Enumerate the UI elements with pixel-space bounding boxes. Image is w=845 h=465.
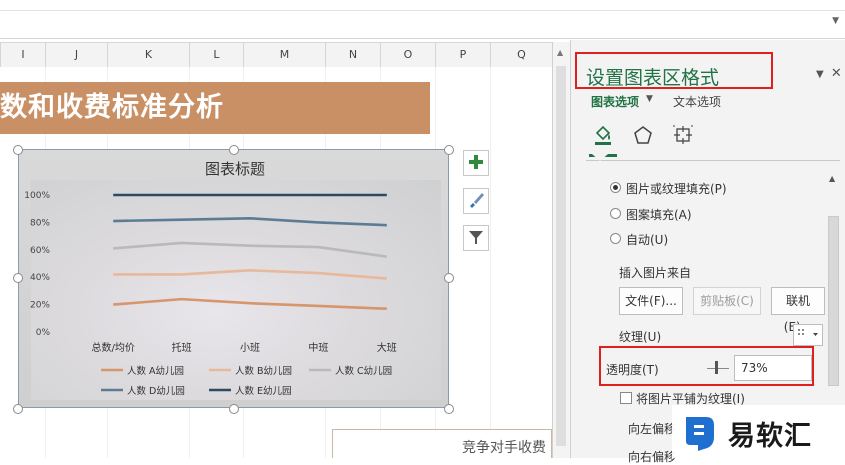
file-button[interactable]: 文件(F)... bbox=[619, 287, 683, 315]
radio-label: 图片或纹理填充(P) bbox=[626, 182, 727, 196]
scroll-up-icon[interactable]: ▲ bbox=[557, 48, 563, 57]
column-header[interactable]: O bbox=[380, 43, 435, 67]
column-header[interactable]: N bbox=[325, 43, 380, 67]
x-tick-label: 大班 bbox=[377, 341, 397, 354]
insert-picture-label: 插入图片来自 bbox=[619, 266, 692, 280]
scrollbar-thumb[interactable] bbox=[828, 216, 839, 386]
pane-options-icon[interactable]: ▼ bbox=[816, 69, 824, 80]
text-box-label: 竞争对手收费 bbox=[462, 440, 546, 456]
radio-picture-fill[interactable] bbox=[610, 182, 621, 193]
y-tick-label: 20% bbox=[30, 301, 50, 311]
radio-label: 自动(U) bbox=[626, 233, 669, 247]
effects-icon[interactable] bbox=[630, 122, 656, 148]
radio-pattern-fill[interactable] bbox=[610, 208, 621, 219]
plus-icon bbox=[468, 154, 484, 173]
transparency-label: 透明度(T) bbox=[606, 363, 659, 377]
column-header[interactable]: L bbox=[189, 43, 243, 67]
resize-handle[interactable] bbox=[444, 404, 454, 414]
formula-bar-divider bbox=[0, 10, 845, 11]
resize-handle[interactable] bbox=[444, 145, 454, 155]
brush-icon bbox=[467, 191, 485, 212]
y-tick-label: 60% bbox=[30, 246, 50, 256]
column-header[interactable]: K bbox=[107, 43, 189, 67]
chart-styles-button[interactable] bbox=[463, 188, 489, 214]
expand-formula-bar-icon[interactable]: ▼ bbox=[832, 16, 839, 26]
column-header[interactable]: P bbox=[435, 43, 490, 67]
offset-right-label: 向右偏移 bbox=[628, 450, 677, 464]
column-header-row: I J K L M N O P Q bbox=[0, 42, 552, 68]
close-icon[interactable]: ✕ bbox=[831, 66, 842, 81]
resize-handle[interactable] bbox=[229, 404, 239, 414]
legend-entry[interactable]: 人数 E幼儿园 bbox=[235, 385, 292, 397]
resize-handle[interactable] bbox=[13, 273, 23, 283]
radio-automatic[interactable] bbox=[610, 233, 621, 244]
slider-thumb[interactable] bbox=[715, 361, 718, 374]
legend-entry[interactable]: 人数 C幼儿园 bbox=[335, 365, 392, 377]
legend-entry[interactable]: 人数 A幼儿园 bbox=[127, 365, 184, 377]
tab-pointer bbox=[592, 154, 608, 161]
divider bbox=[586, 160, 840, 161]
x-tick-label: 中班 bbox=[308, 341, 328, 354]
pane-controls[interactable]: ▼ ✕ bbox=[816, 66, 842, 81]
offset-left-label: 向左偏移 bbox=[628, 422, 677, 436]
x-tick-label: 托班 bbox=[172, 341, 192, 354]
watermark-text: 易软汇 bbox=[728, 421, 812, 452]
formula-bar-area: ▼ bbox=[0, 0, 845, 39]
online-button[interactable]: 联机(E)... bbox=[771, 287, 825, 334]
size-properties-icon[interactable] bbox=[670, 122, 696, 148]
x-tick-label: 小班 bbox=[240, 342, 260, 354]
legend-entry[interactable]: 人数 B幼儿园 bbox=[235, 365, 292, 377]
chart-title[interactable]: 图表标题 bbox=[205, 160, 265, 178]
tab-chart-options[interactable]: 图表选项 bbox=[591, 93, 639, 110]
radio-label: 图案填充(A) bbox=[626, 208, 692, 222]
watermark-logo-icon bbox=[686, 417, 714, 451]
series-line[interactable] bbox=[113, 241, 387, 258]
chart-filters-button[interactable] bbox=[463, 225, 489, 251]
column-header[interactable]: I bbox=[0, 43, 45, 67]
y-tick-label: 80% bbox=[30, 218, 50, 228]
chevron-down-icon[interactable]: ▼ bbox=[646, 94, 653, 104]
fill-line-icon[interactable] bbox=[590, 122, 616, 148]
resize-handle[interactable] bbox=[229, 145, 239, 155]
filter-icon bbox=[468, 229, 484, 248]
scroll-up-icon[interactable]: ▲ bbox=[829, 174, 835, 183]
transparency-slider[interactable] bbox=[707, 368, 729, 369]
y-tick-label: 40% bbox=[30, 273, 50, 283]
texture-picker[interactable] bbox=[793, 324, 823, 346]
scrollbar-thumb[interactable] bbox=[556, 66, 566, 446]
resize-handle[interactable] bbox=[444, 273, 454, 283]
tab-text-options[interactable]: 文本选项 bbox=[673, 93, 721, 110]
transparency-input[interactable]: 73% bbox=[734, 355, 812, 381]
pane-title: 设置图表区格式 bbox=[586, 67, 720, 89]
series-line[interactable] bbox=[113, 216, 387, 227]
column-header[interactable]: J bbox=[45, 43, 107, 67]
resize-handle[interactable] bbox=[13, 404, 23, 414]
legend-entry[interactable]: 人数 D幼儿园 bbox=[127, 385, 185, 397]
x-tick-label: 总数/均价 bbox=[92, 341, 135, 354]
y-tick-label: 100% bbox=[24, 191, 50, 201]
chart-area[interactable]: 图表标题 100% 80% 60% 40% 20% 0% 总数/均价 托班 小班 中班 大班 人数… bbox=[18, 149, 449, 408]
series-line[interactable] bbox=[113, 269, 387, 280]
line-chart: 图表标题 100% 80% 60% 40% 20% 0% 总数/均价 托班 小班 中班 大班 人数… bbox=[24, 160, 397, 397]
tile-checkbox[interactable] bbox=[620, 392, 632, 404]
series-line[interactable] bbox=[113, 297, 387, 311]
y-tick-label: 0% bbox=[36, 328, 51, 338]
clipboard-button[interactable]: 剪贴板(C) bbox=[693, 287, 761, 315]
column-header[interactable]: Q bbox=[490, 43, 552, 67]
banner-title: 数和收费标准分析 bbox=[0, 92, 224, 123]
texture-label: 纹理(U) bbox=[619, 330, 662, 344]
chart-elements-button[interactable] bbox=[463, 150, 489, 176]
resize-handle[interactable] bbox=[13, 145, 23, 155]
sheet-vertical-scrollbar[interactable]: ▲ bbox=[552, 42, 570, 458]
column-header[interactable]: M bbox=[243, 43, 325, 67]
